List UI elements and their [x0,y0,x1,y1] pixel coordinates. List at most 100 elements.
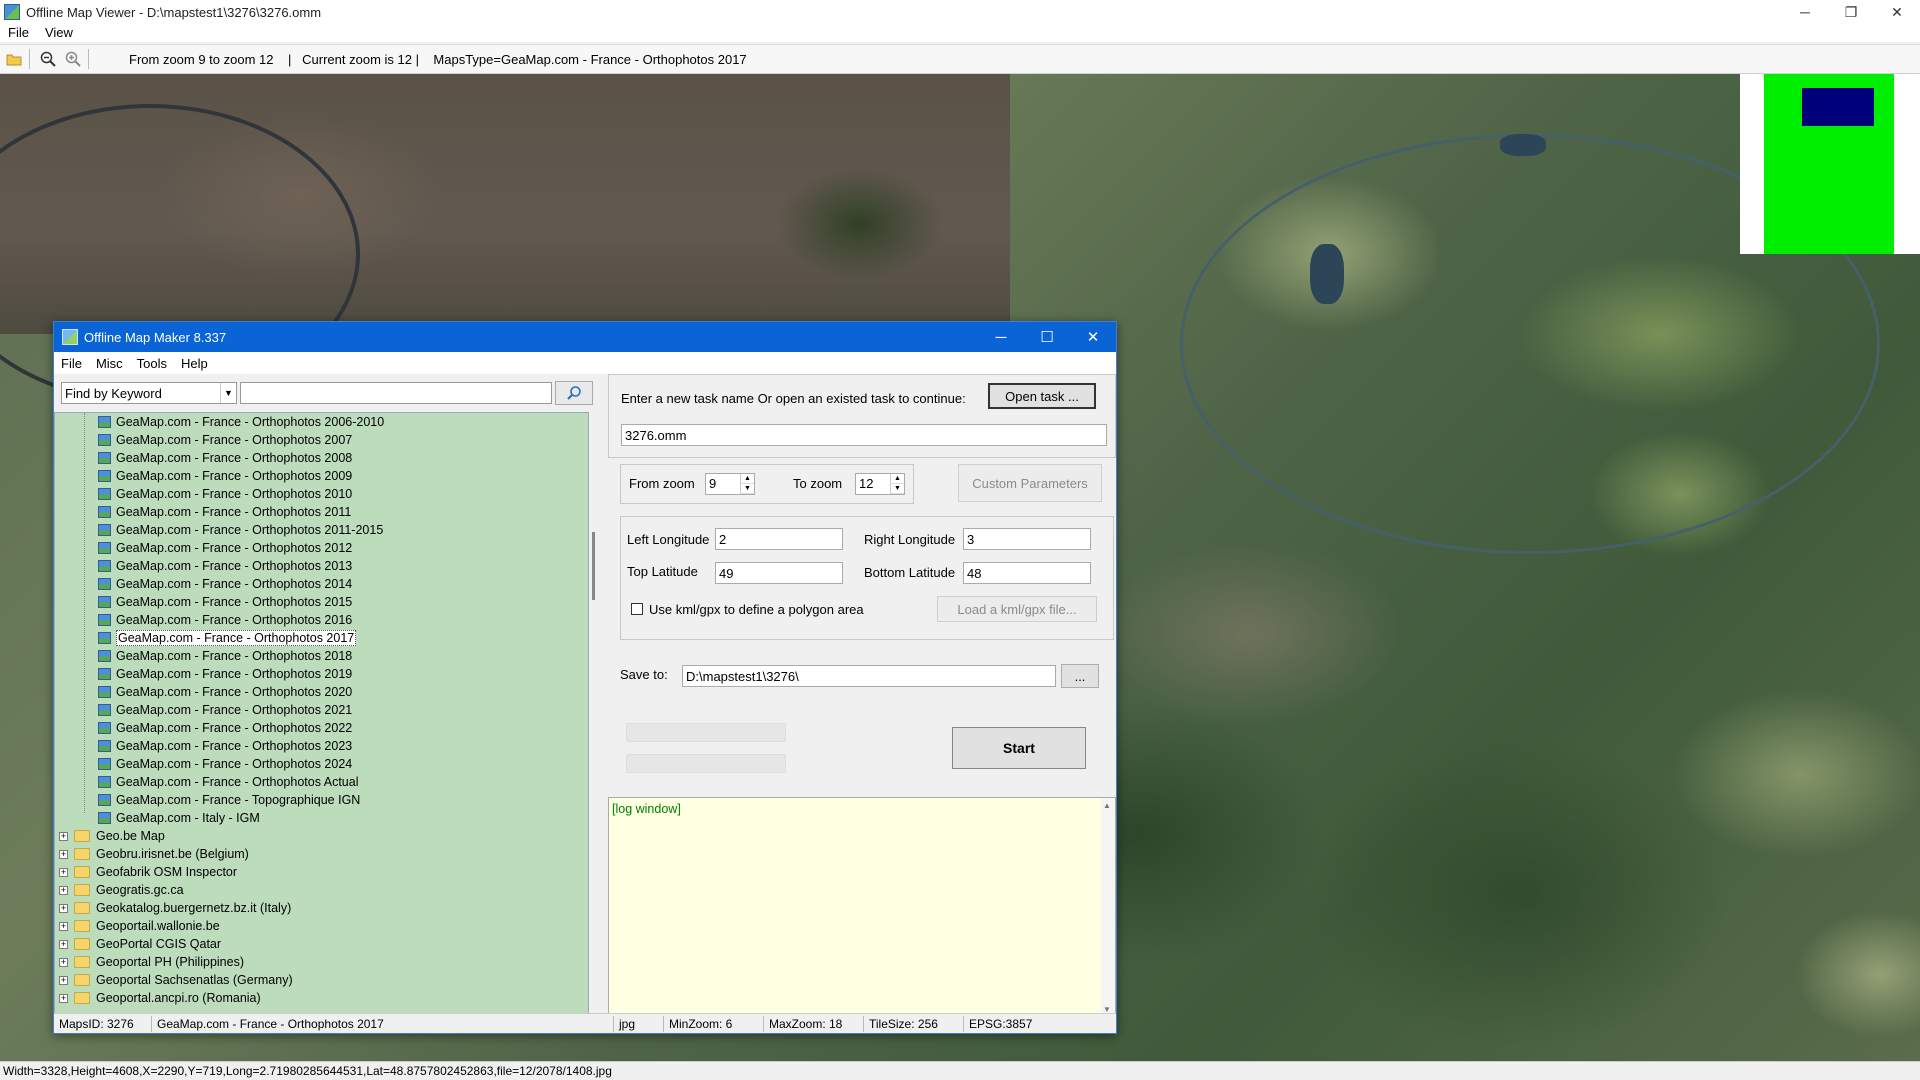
tree-item-map[interactable]: GeaMap.com - France - Orthophotos 2021 [55,701,588,719]
dialog-menu-help[interactable]: Help [174,356,215,371]
tree-group[interactable]: + Geoportail.wallonie.be [55,917,588,935]
to-zoom-stepper[interactable]: 12 ▲ ▼ [855,473,905,495]
tree-item-label[interactable]: GeaMap.com - France - Orthophotos 2013 [116,559,352,573]
expand-icon[interactable]: + [59,957,68,967]
chevron-down-icon[interactable]: ▼ [220,383,236,403]
tree-item-label[interactable]: GeaMap.com - France - Orthophotos Actual [116,775,358,789]
log-scrollbar[interactable]: ▲ ▼ [1101,798,1115,1017]
tree-item-map[interactable]: GeaMap.com - France - Orthophotos 2008 [55,449,588,467]
tree-item-label[interactable]: GeaMap.com - France - Orthophotos 2022 [116,721,352,735]
close-button[interactable]: ✕ [1874,0,1920,24]
tree-group[interactable]: + Geokatalog.buergernetz.bz.it (Italy) [55,899,588,917]
tree-item-label[interactable]: GeaMap.com - France - Orthophotos 2011 [116,505,351,519]
chevron-up-icon[interactable]: ▲ [1103,801,1111,810]
tree-item-label[interactable]: GeaMap.com - France - Orthophotos 2012 [116,541,352,555]
expand-icon[interactable]: + [59,993,68,1003]
tree-group[interactable]: + Geo.be Map [55,827,588,845]
tree-group-label[interactable]: Geoportail.wallonie.be [96,919,220,933]
expand-icon[interactable]: + [59,867,68,877]
search-mode-dropdown[interactable]: Find by Keyword ▼ [61,382,237,404]
browse-button[interactable]: ... [1061,664,1099,688]
tree-group-label[interactable]: Geokatalog.buergernetz.bz.it (Italy) [96,901,291,915]
tree-item-map[interactable]: GeaMap.com - France - Orthophotos 2020 [55,683,588,701]
tree-item-map[interactable]: GeaMap.com - France - Orthophotos 2012 [55,539,588,557]
expand-icon[interactable]: + [59,849,68,859]
bottom-latitude-input[interactable]: 48 [963,562,1091,584]
tree-group[interactable]: + Geoportal.ancpi.ro (Romania) [55,989,588,1007]
menu-view[interactable]: View [37,25,81,40]
chevron-down-icon[interactable]: ▼ [741,484,754,494]
tree-group[interactable]: + Geofabrik OSM Inspector [55,863,588,881]
tree-item-label[interactable]: GeaMap.com - France - Orthophotos 2023 [116,739,352,753]
tree-item-map[interactable]: GeaMap.com - France - Orthophotos 2011-2… [55,521,588,539]
tree-item-map[interactable]: GeaMap.com - France - Orthophotos 2024 [55,755,588,773]
tree-item-map[interactable]: GeaMap.com - France - Orthophotos 2013 [55,557,588,575]
use-kml-label[interactable]: Use kml/gpx to define a polygon area [649,602,864,617]
tree-scrollbar-thumb[interactable] [592,532,595,600]
maximize-button[interactable]: ❐ [1828,0,1874,24]
dialog-maximize-button[interactable]: ☐ [1024,322,1070,352]
tree-item-label[interactable]: GeaMap.com - France - Orthophotos 2017 [116,630,357,646]
menu-file[interactable]: File [0,25,37,40]
tree-item-map[interactable]: GeaMap.com - France - Orthophotos 2019 [55,665,588,683]
use-kml-checkbox[interactable] [631,603,643,615]
minimize-button[interactable]: ─ [1782,0,1828,24]
open-folder-button[interactable] [3,48,25,70]
log-window[interactable]: [log window] ▲ ▼ [608,797,1116,1018]
tree-item-map[interactable]: GeaMap.com - France - Orthophotos 2022 [55,719,588,737]
zoom-in-button[interactable] [62,48,84,70]
save-path-input[interactable]: D:\mapstest1\3276\ [682,665,1056,687]
tree-group-label[interactable]: Geo.be Map [96,829,165,843]
dialog-close-button[interactable]: ✕ [1070,322,1116,352]
tree-item-label[interactable]: GeaMap.com - France - Orthophotos 2016 [116,613,352,627]
task-name-input[interactable]: 3276.omm [621,424,1107,446]
tree-group[interactable]: + Geoportal PH (Philippines) [55,953,588,971]
tree-item-label[interactable]: GeaMap.com - France - Orthophotos 2006-2… [116,415,384,429]
tree-item-label[interactable]: GeaMap.com - France - Orthophotos 2010 [116,487,352,501]
map-source-tree[interactable]: GeaMap.com - France - Orthophotos 2006-2… [54,412,589,1016]
right-longitude-input[interactable]: 3 [963,528,1091,550]
tree-item-map[interactable]: GeaMap.com - France - Orthophotos 2014 [55,575,588,593]
tree-group[interactable]: + Geoportal Sachsenatlas (Germany) [55,971,588,989]
tree-scrollbar[interactable] [590,412,598,1016]
zoom-out-button[interactable] [37,48,59,70]
chevron-up-icon[interactable]: ▲ [891,474,904,484]
from-zoom-stepper[interactable]: 9 ▲ ▼ [705,473,755,495]
overview-minimap[interactable] [1740,74,1920,254]
tree-item-label[interactable]: GeaMap.com - France - Orthophotos 2008 [116,451,352,465]
tree-item-map[interactable]: GeaMap.com - France - Orthophotos 2007 [55,431,588,449]
tree-item-label[interactable]: GeaMap.com - France - Orthophotos 2015 [116,595,352,609]
top-latitude-input[interactable]: 49 [715,562,843,584]
tree-item-map[interactable]: GeaMap.com - Italy - IGM [55,809,588,827]
tree-item-map[interactable]: GeaMap.com - France - Orthophotos 2023 [55,737,588,755]
tree-group-label[interactable]: Geobru.irisnet.be (Belgium) [96,847,249,861]
expand-icon[interactable]: + [59,939,68,949]
dialog-minimize-button[interactable]: ─ [978,322,1024,352]
tree-item-map[interactable]: GeaMap.com - France - Orthophotos Actual [55,773,588,791]
tree-item-label[interactable]: GeaMap.com - France - Orthophotos 2018 [116,649,352,663]
expand-icon[interactable]: + [59,975,68,985]
tree-group-label[interactable]: Geogratis.gc.ca [96,883,184,897]
chevron-down-icon[interactable]: ▼ [891,484,904,494]
tree-item-label[interactable]: GeaMap.com - France - Topographique IGN [116,793,360,807]
tree-item-label[interactable]: GeaMap.com - France - Orthophotos 2021 [116,703,352,717]
expand-icon[interactable]: + [59,885,68,895]
tree-group[interactable]: + GeoPortal CGIS Qatar [55,935,588,953]
start-button[interactable]: Start [952,727,1086,769]
tree-item-map[interactable]: GeaMap.com - France - Orthophotos 2018 [55,647,588,665]
expand-icon[interactable]: + [59,903,68,913]
tree-item-map[interactable]: GeaMap.com - France - Orthophotos 2006-2… [55,413,588,431]
tree-item-map[interactable]: GeaMap.com - France - Orthophotos 2017 [55,629,588,647]
dialog-menu-file[interactable]: File [54,356,89,371]
tree-item-label[interactable]: GeaMap.com - France - Orthophotos 2007 [116,433,352,447]
search-button[interactable] [555,381,593,405]
from-zoom-arrows[interactable]: ▲ ▼ [740,474,754,494]
tree-group-label[interactable]: Geofabrik OSM Inspector [96,865,237,879]
tree-item-map[interactable]: GeaMap.com - France - Orthophotos 2009 [55,467,588,485]
tree-item-map[interactable]: GeaMap.com - France - Orthophotos 2010 [55,485,588,503]
expand-icon[interactable]: + [59,831,68,841]
load-kml-button[interactable]: Load a kml/gpx file... [937,596,1097,622]
from-zoom-value[interactable]: 9 [706,474,740,494]
open-task-button[interactable]: Open task ... [988,383,1096,409]
tree-item-map[interactable]: GeaMap.com - France - Orthophotos 2016 [55,611,588,629]
